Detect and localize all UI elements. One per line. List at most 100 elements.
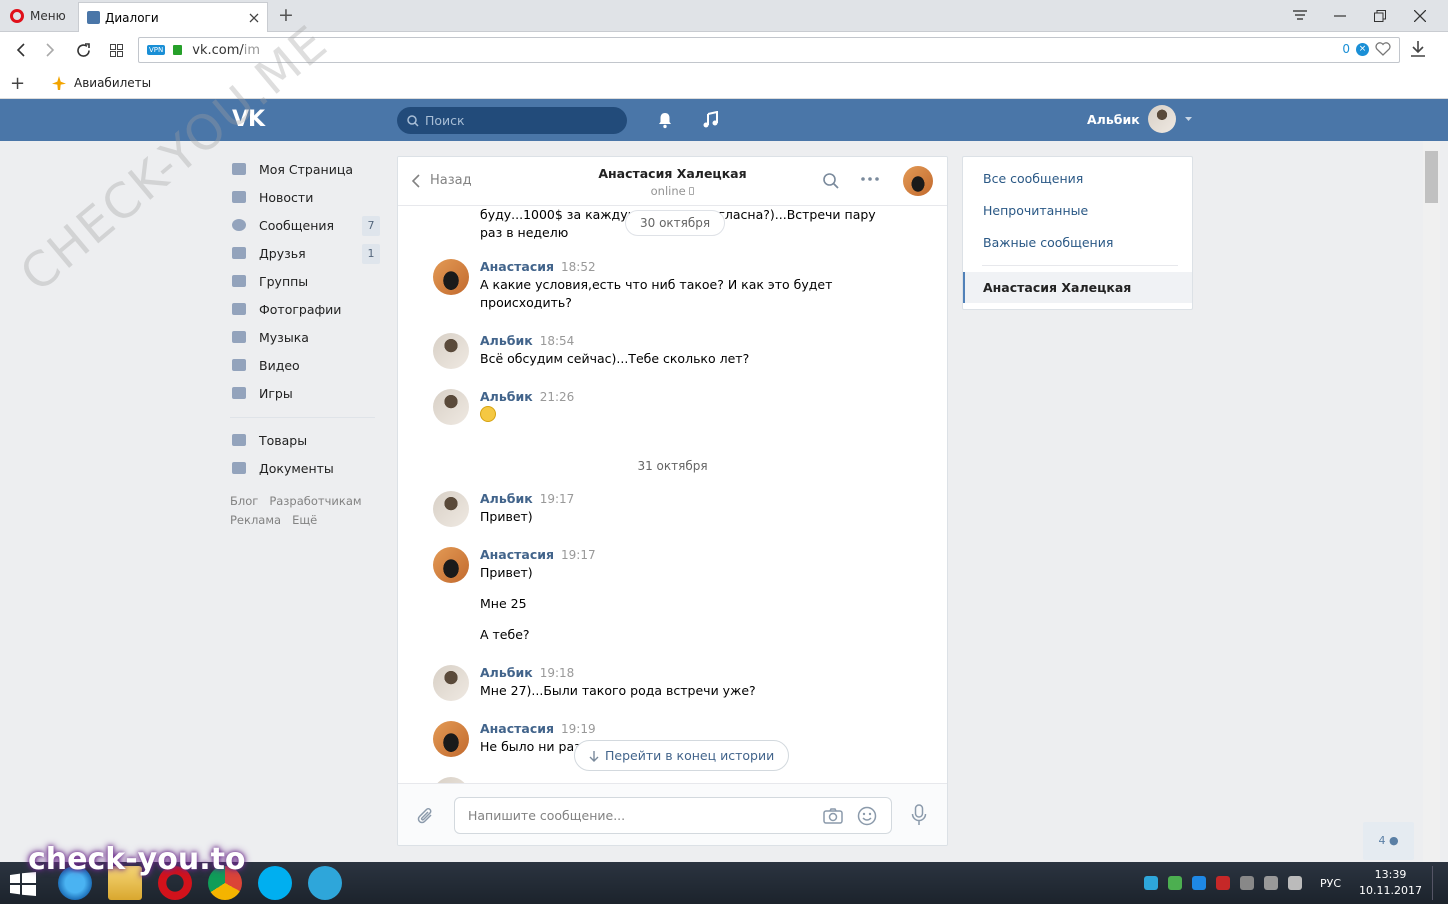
jump-to-end-button[interactable]: Перейти в конец истории (574, 740, 790, 771)
url-actions: 0 × (1342, 42, 1391, 56)
filter-important[interactable]: Важные сообщения (983, 235, 1113, 250)
reload-icon[interactable] (73, 40, 93, 60)
emoji-picker-icon[interactable] (857, 806, 877, 826)
message-author[interactable]: Альбик 18:54 (480, 333, 880, 348)
music-player-icon[interactable] (702, 111, 720, 129)
browser-tab-bar: Меню Диалоги + (0, 0, 1448, 32)
nav-games[interactable]: Игры (230, 379, 380, 407)
footer-link-blog[interactable]: Блог (230, 494, 258, 508)
tray-tool-icon[interactable] (1239, 876, 1254, 890)
close-window-button[interactable] (1400, 0, 1440, 32)
telegram-tray-icon[interactable] (1143, 876, 1158, 890)
camera-icon[interactable] (823, 808, 843, 824)
page-scrollbar[interactable] (1423, 141, 1440, 862)
message-text: А тебе? (480, 627, 530, 642)
restore-window-button[interactable] (1360, 0, 1400, 32)
opera-logo-icon (10, 9, 24, 23)
nav-label: Новости (259, 189, 314, 205)
taskbar-clock[interactable]: 13:39 10.11.2017 (1359, 867, 1422, 899)
filter-unread[interactable]: Непрочитанные (983, 203, 1088, 218)
footer-link-more[interactable]: Ещё (292, 513, 317, 527)
message-time: 19:19 (561, 722, 596, 736)
scrollbar-thumb[interactable] (1425, 151, 1438, 203)
more-actions-icon[interactable] (861, 177, 879, 181)
friends-online-button[interactable]: 4 ● (1363, 822, 1414, 860)
nav-label: Друзья (259, 245, 306, 261)
user-menu[interactable]: Альбик (1087, 105, 1193, 133)
news-icon (230, 190, 247, 204)
input-language[interactable]: РУС (1320, 877, 1341, 890)
notifications-bell-icon[interactable] (656, 111, 674, 129)
user-name: Альбик (1087, 111, 1140, 127)
message-author[interactable]: Альбик 19:18 (480, 665, 880, 680)
footer-link-developers[interactable]: Разработчикам (269, 494, 361, 508)
bag-icon (230, 433, 247, 447)
bookmark-heart-icon[interactable] (1375, 42, 1391, 56)
message-author[interactable]: Анастасия 18:52 (480, 259, 880, 274)
nav-label: Сообщения (259, 217, 335, 233)
message-avatar[interactable] (433, 333, 469, 369)
nav-news[interactable]: Новости (230, 183, 380, 211)
peer-info[interactable]: Анастасия Халецкая online (398, 166, 947, 198)
chat-panel: Назад Анастасия Халецкая online буду...1… (397, 156, 948, 846)
message-avatar[interactable] (433, 547, 469, 583)
telegram-icon[interactable] (308, 866, 342, 900)
peer-avatar[interactable] (903, 166, 933, 196)
author-name: Анастасия (480, 259, 555, 274)
active-dialog-item[interactable]: Анастасия Халецкая (963, 272, 1192, 303)
message-avatar[interactable] (433, 721, 469, 757)
nav-video[interactable]: Видео (230, 351, 380, 379)
message-avatar[interactable] (433, 389, 469, 425)
search-input[interactable]: Поиск (397, 107, 627, 134)
show-desktop-button[interactable] (1432, 866, 1438, 900)
nav-label: Моя Страница (259, 161, 353, 177)
nav-my-page[interactable]: Моя Страница (230, 155, 380, 183)
vpn-badge[interactable]: VPN (147, 45, 166, 55)
message-author[interactable]: Анастасия 19:19 (480, 721, 880, 736)
skype-tray-icon[interactable] (1191, 876, 1206, 890)
message-author[interactable]: Альбик 21:26 (480, 389, 880, 404)
message-author[interactable]: Альбик 19:17 (480, 491, 880, 506)
minimize-window-button[interactable] (1320, 0, 1360, 32)
nav-messages[interactable]: Сообщения 7 (230, 211, 380, 239)
arrow-down-icon (589, 750, 599, 762)
nav-friends[interactable]: Друзья 1 (230, 239, 380, 267)
document-icon (230, 461, 247, 475)
chat-search-icon[interactable] (823, 173, 839, 189)
adblock-icon[interactable]: × (1356, 42, 1369, 56)
message-input[interactable]: Напишите сообщение... (454, 797, 892, 834)
author-name: Альбик (480, 665, 533, 680)
attach-paperclip-icon[interactable] (416, 806, 436, 826)
message-item: Альбик 18:54 Всё обсудим сейчас)...Тебе с… (433, 333, 880, 369)
filter-all-messages[interactable]: Все сообщения (983, 171, 1083, 186)
message-author[interactable]: Анастасия 19:17 (480, 547, 880, 562)
date-pill: 30 октября (625, 210, 726, 236)
nav-groups[interactable]: Группы (230, 267, 380, 295)
message-avatar[interactable] (433, 665, 469, 701)
volume-icon[interactable] (1287, 876, 1302, 890)
nav-photos[interactable]: Фотографии (230, 295, 380, 323)
microphone-icon[interactable] (911, 804, 927, 826)
forward-nav-icon[interactable] (40, 40, 60, 60)
message-avatar[interactable] (433, 491, 469, 527)
tray-app-icon[interactable] (1167, 876, 1182, 890)
nav-music[interactable]: Музыка (230, 323, 380, 351)
nav-goods[interactable]: Товары (230, 426, 380, 454)
bookmark-aviabilety[interactable]: Авиабилеты (52, 76, 151, 90)
browser-tab-dialogs[interactable]: Диалоги (78, 2, 268, 32)
speed-dial-icon[interactable] (106, 40, 126, 60)
skype-icon[interactable] (258, 866, 292, 900)
tab-close-icon[interactable] (249, 13, 259, 23)
message-avatar[interactable] (433, 259, 469, 295)
add-bookmark-button[interactable]: + (10, 73, 25, 94)
display-icon[interactable] (1263, 876, 1278, 890)
nav-documents[interactable]: Документы (230, 454, 380, 482)
search-placeholder: Поиск (425, 113, 465, 128)
opera-menu-button[interactable]: Меню (4, 0, 74, 32)
network-warning-icon[interactable] (1215, 876, 1230, 890)
filter-divider (982, 265, 1178, 266)
downloads-icon[interactable] (1410, 40, 1428, 60)
back-nav-icon[interactable] (10, 40, 30, 60)
footer-link-ads[interactable]: Реклама (230, 513, 281, 527)
tab-menu-icon[interactable] (1280, 0, 1320, 32)
